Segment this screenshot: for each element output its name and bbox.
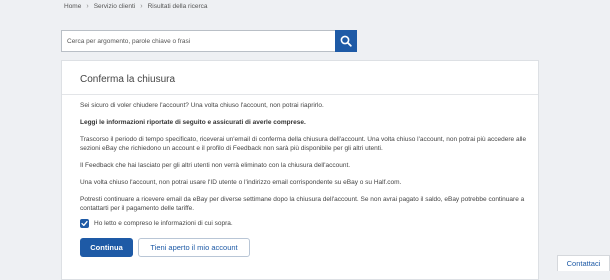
paragraph-confirm-question: Sei sicuro di voler chiudere l'account? …	[80, 102, 324, 109]
panel-body: Sei sicuro di voler chiudere l'account? …	[80, 101, 528, 221]
breadcrumb-customer-service[interactable]: Servizio clienti	[94, 3, 136, 10]
search-bar	[61, 30, 357, 52]
acknowledge-checkbox-row[interactable]: Ho letto e compreso le informazioni di c…	[80, 219, 233, 228]
paragraph-read-info: Leggi le informazioni riportate di segui…	[80, 119, 306, 126]
acknowledge-label: Ho letto e compreso le informazioni di c…	[94, 220, 233, 227]
breadcrumb-separator: ›	[140, 3, 143, 10]
acknowledge-checkbox[interactable]	[80, 219, 89, 228]
breadcrumb: Home › Servizio clienti › Risultati dell…	[64, 3, 208, 10]
search-button[interactable]	[335, 30, 357, 52]
paragraph-confirmation-email: Trascorso il periodo di tempo specificat…	[80, 136, 527, 152]
search-input[interactable]	[61, 30, 335, 52]
contact-us-tab[interactable]: Contattaci	[557, 255, 610, 271]
divider	[62, 94, 538, 95]
paragraph-feedback: Il Feedback che hai lasciato per gli alt…	[80, 162, 351, 169]
search-icon	[340, 35, 352, 47]
paragraph-emails: Potresti continuare a ricevere email da …	[80, 196, 525, 212]
panel-title: Conferma la chiusura	[80, 74, 176, 85]
breadcrumb-home[interactable]: Home	[64, 3, 81, 10]
keep-account-open-button[interactable]: Tieni aperto il mio account	[138, 238, 250, 257]
paragraph-user-id: Una volta chiuso l'account, non potrai u…	[80, 179, 402, 186]
checkmark-icon	[81, 220, 88, 227]
breadcrumb-separator: ›	[86, 3, 89, 10]
breadcrumb-search-results: Risultati della ricerca	[147, 3, 208, 10]
confirm-close-panel: Conferma la chiusura Sei sicuro di voler…	[61, 60, 539, 280]
continue-button[interactable]: Continua	[80, 238, 133, 257]
